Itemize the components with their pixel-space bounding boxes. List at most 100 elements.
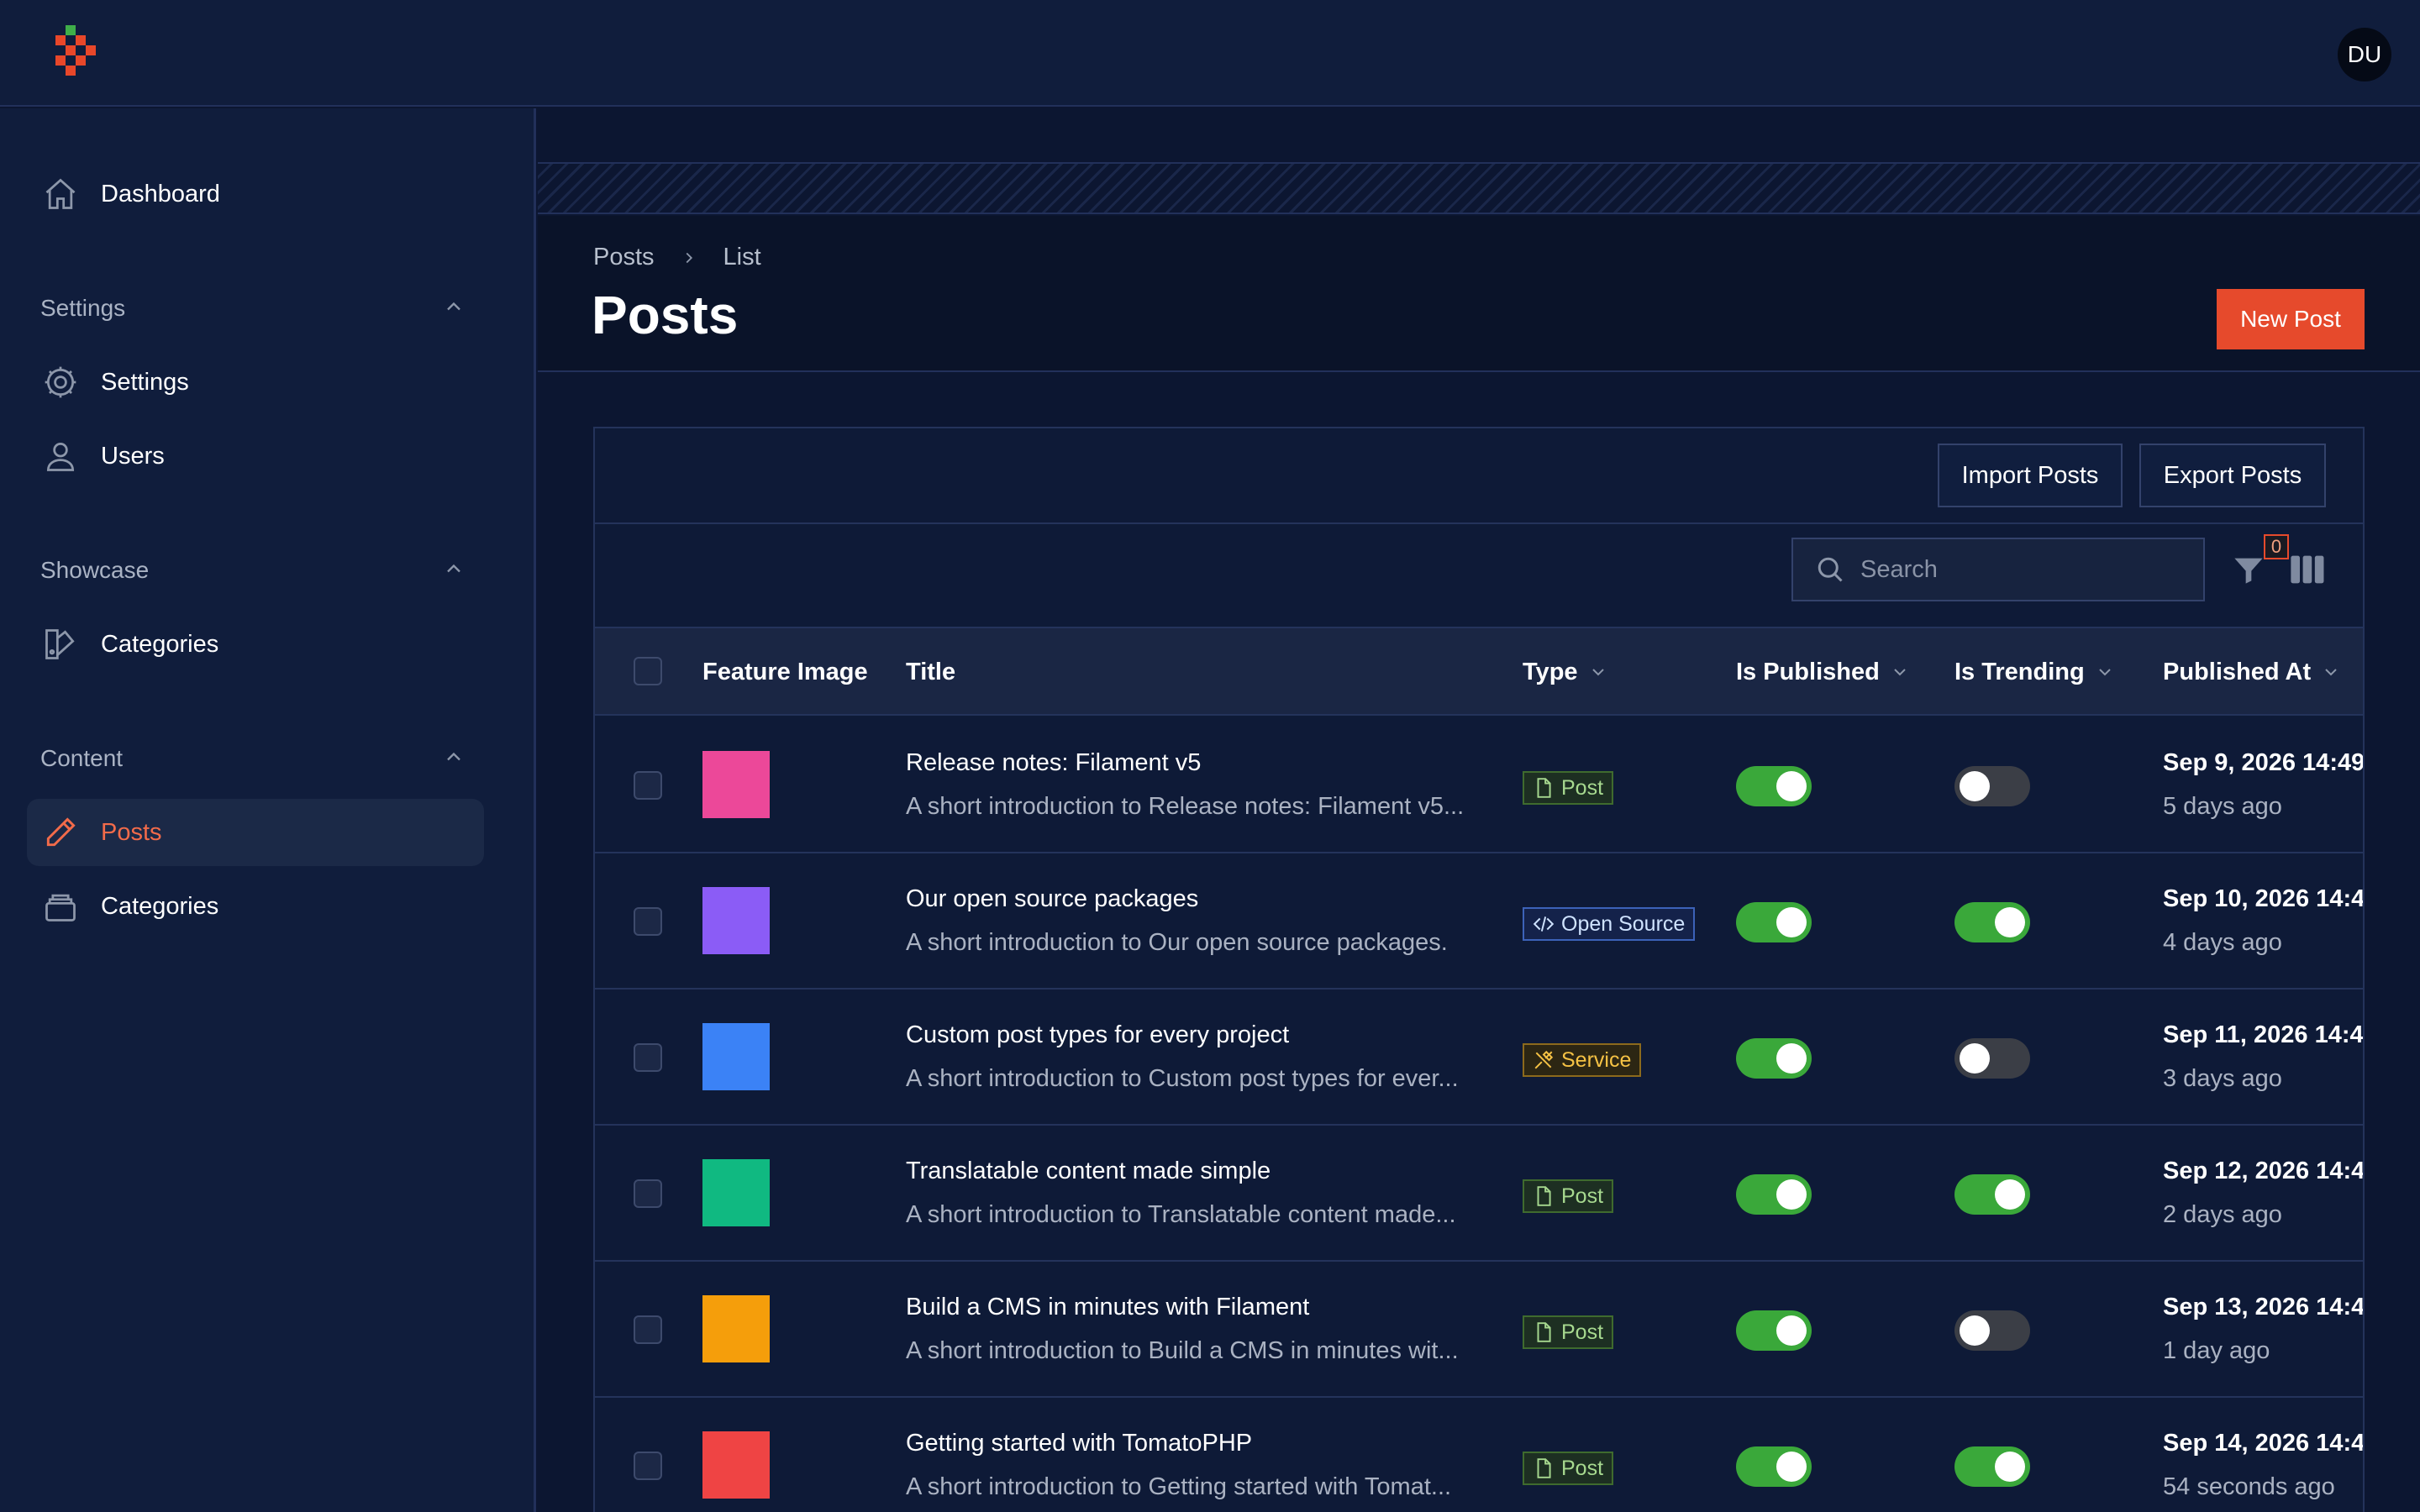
table-row[interactable]: Release notes: Filament v5 A short introd…	[595, 717, 2365, 853]
row-checkbox[interactable]	[634, 1452, 662, 1480]
search-icon	[1818, 557, 1843, 582]
published-at-date: Sep 11, 2026 14:49	[2163, 1021, 2365, 1048]
sidebar-item-dashboard[interactable]: Dashboard	[27, 160, 484, 228]
is-trending-toggle[interactable]	[1954, 766, 2030, 806]
is-trending-toggle[interactable]	[1954, 1310, 2030, 1351]
sidebar: Dashboard Settings Settings Users Showca…	[0, 108, 536, 1512]
sidebar-item-posts[interactable]: Posts	[27, 799, 484, 866]
row-checkbox[interactable]	[634, 771, 662, 800]
breadcrumb-posts-link[interactable]: Posts	[593, 244, 655, 271]
published-at-date: Sep 10, 2026 14:49	[2163, 885, 2365, 912]
is-published-toggle[interactable]	[1736, 1174, 1812, 1215]
type-badge: Post	[1523, 771, 1614, 805]
type-badge: Post	[1523, 1179, 1614, 1213]
row-checkbox[interactable]	[634, 1315, 662, 1344]
post-title[interactable]: Custom post types for every project	[906, 1021, 1289, 1049]
sidebar-item-showcase-categories[interactable]: Categories	[27, 611, 484, 678]
breadcrumb: Posts List	[593, 244, 761, 271]
table-row[interactable]: Custom post types for every project A sho…	[595, 990, 2365, 1126]
column-header-published-at[interactable]: Published At	[2163, 628, 2341, 716]
post-description: A short introduction to Build a CMS in m…	[906, 1337, 1459, 1364]
published-at-relative: 54 seconds ago	[2163, 1473, 2335, 1500]
breadcrumb-current: List	[723, 244, 761, 270]
page-header	[538, 216, 2420, 372]
select-all-checkbox[interactable]	[634, 657, 662, 685]
columns-icon[interactable]	[2291, 554, 2324, 585]
post-title[interactable]: Release notes: Filament v5	[906, 749, 1201, 777]
table-row[interactable]: Build a CMS in minutes with Filament A sh…	[595, 1262, 2363, 1398]
file-icon	[1537, 778, 1551, 798]
group-label-settings: Settings	[40, 295, 126, 321]
column-header-is-published[interactable]: Is Published	[1736, 628, 1910, 716]
sidebar-item-settings[interactable]: Settings	[27, 349, 484, 416]
sidebar-item-label: Users	[101, 442, 165, 470]
published-at-relative: 3 days ago	[2163, 1065, 2282, 1092]
sidebar-item-label: Dashboard	[101, 180, 220, 207]
import-posts-button[interactable]: Import Posts	[1938, 444, 2123, 507]
row-checkbox[interactable]	[634, 1043, 662, 1072]
table-row[interactable]: Getting started with TomatoPHP A short in…	[595, 1398, 2365, 1512]
chevron-down-icon	[2098, 669, 2111, 676]
topbar-stripe-divider	[538, 162, 2420, 214]
column-header-title: Title	[906, 658, 956, 685]
filter-count-badge: 0	[2264, 534, 2289, 559]
published-at-relative: 5 days ago	[2163, 793, 2282, 820]
user-icon	[27, 423, 94, 490]
is-published-toggle[interactable]	[1736, 766, 1812, 806]
home-icon	[27, 160, 94, 228]
post-description: A short introduction to Release notes: F…	[906, 793, 1465, 820]
gear-icon	[27, 349, 94, 416]
type-badge: Service	[1523, 1043, 1642, 1077]
is-published-toggle[interactable]	[1736, 902, 1812, 942]
column-header-is-trending[interactable]: Is Trending	[1954, 628, 2115, 716]
published-at-date: Sep 12, 2026 14:49	[2163, 1158, 2365, 1184]
chevron-up-icon[interactable]	[442, 295, 466, 318]
published-at-date: Sep 9, 2026 14:49	[2163, 749, 2365, 776]
type-badge: Post	[1523, 1452, 1614, 1485]
post-description: A short introduction to Custom post type…	[906, 1065, 1459, 1092]
post-title[interactable]: Getting started with TomatoPHP	[906, 1430, 1252, 1457]
post-title[interactable]: Translatable content made simple	[906, 1158, 1270, 1185]
table-row[interactable]: Our open source packages A short introduc…	[595, 853, 2365, 990]
feature-image	[702, 887, 770, 954]
file-icon	[1537, 1186, 1551, 1206]
user-avatar[interactable]: DU	[2338, 28, 2391, 81]
is-trending-toggle[interactable]	[1954, 902, 2030, 942]
chevron-up-icon[interactable]	[442, 557, 466, 580]
tools-icon	[1534, 1050, 1554, 1069]
table-row[interactable]: Translatable content made simple A short …	[595, 1126, 2365, 1262]
table-header-actions: Import Posts Export Posts	[595, 428, 2363, 524]
feature-image	[702, 1431, 770, 1499]
column-header-type[interactable]: Type	[1523, 628, 1608, 716]
row-checkbox[interactable]	[634, 907, 662, 936]
filter-icon[interactable]	[2232, 553, 2265, 586]
is-published-toggle[interactable]	[1736, 1446, 1812, 1487]
sidebar-item-label: Categories	[101, 630, 219, 658]
row-checkbox[interactable]	[634, 1179, 662, 1208]
is-trending-toggle[interactable]	[1954, 1038, 2030, 1079]
new-post-button[interactable]: New Post	[2217, 289, 2365, 349]
sidebar-item-content-categories[interactable]: Categories	[27, 873, 484, 940]
is-trending-toggle[interactable]	[1954, 1174, 2030, 1215]
export-posts-button[interactable]: Export Posts	[2139, 444, 2326, 507]
feature-image	[702, 1295, 770, 1362]
post-title[interactable]: Our open source packages	[906, 885, 1198, 913]
sidebar-item-users[interactable]: Users	[27, 423, 484, 490]
chevron-down-icon	[1591, 669, 1604, 676]
post-title[interactable]: Build a CMS in minutes with Filament	[906, 1294, 1309, 1321]
top-bar: DU	[0, 0, 2420, 107]
type-badge: Post	[1523, 1315, 1614, 1349]
post-description: A short introduction to Our open source …	[906, 929, 1448, 956]
app-logo[interactable]	[55, 25, 106, 84]
chevron-up-icon[interactable]	[442, 745, 466, 769]
type-badge: Open Source	[1523, 907, 1696, 941]
is-published-toggle[interactable]	[1736, 1310, 1812, 1351]
search-input[interactable]	[1860, 555, 2180, 584]
is-trending-toggle[interactable]	[1954, 1446, 2030, 1487]
group-label-showcase: Showcase	[40, 557, 150, 583]
search-field[interactable]	[1791, 538, 2205, 601]
is-published-toggle[interactable]	[1736, 1038, 1812, 1079]
posts-table-panel: Import Posts Export Posts 0 Feature Imag…	[593, 427, 2365, 1512]
chevron-down-icon	[1894, 669, 1906, 676]
published-at-date: Sep 14, 2026 14:49	[2163, 1430, 2365, 1457]
